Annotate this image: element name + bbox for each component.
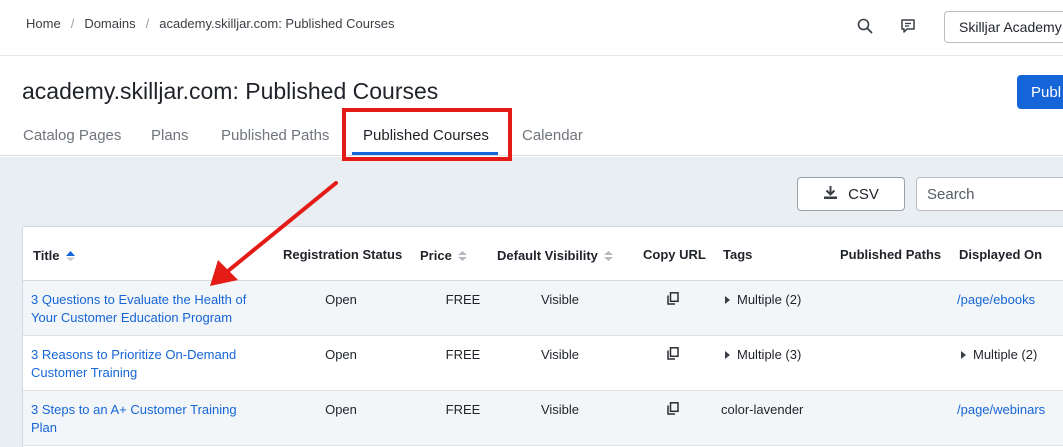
tab-bar: Catalog Pages Plans Published Paths Publ… bbox=[0, 118, 1063, 156]
tags-cell[interactable]: Multiple (2) bbox=[725, 291, 801, 309]
tab-catalog-pages[interactable]: Catalog Pages bbox=[23, 127, 121, 144]
tab-published-paths[interactable]: Published Paths bbox=[221, 127, 329, 144]
copy-url-icon[interactable] bbox=[667, 402, 679, 420]
expand-caret-icon[interactable] bbox=[725, 296, 730, 304]
account-switcher-button[interactable]: Skilljar Academy bbox=[944, 11, 1063, 43]
column-header-displayed-on: Displayed On bbox=[959, 247, 1043, 262]
expand-caret-icon[interactable] bbox=[725, 351, 730, 359]
breadcrumb-domains[interactable]: Domains bbox=[84, 16, 135, 31]
course-title-link[interactable]: 3 Reasons to Prioritize On-Demand Custom… bbox=[31, 346, 261, 382]
sort-icon[interactable] bbox=[603, 250, 613, 261]
tab-plans[interactable]: Plans bbox=[151, 127, 189, 144]
registration-status: Open bbox=[325, 402, 357, 417]
price: FREE bbox=[445, 292, 481, 307]
csv-label: CSV bbox=[848, 185, 879, 203]
price: FREE bbox=[445, 347, 481, 362]
column-header-title[interactable]: Title bbox=[33, 248, 75, 263]
displayed-on-link[interactable]: /page/ebooks bbox=[957, 291, 1035, 309]
displayed-on-cell[interactable]: Multiple (2) bbox=[961, 346, 1037, 364]
registration-status: Open bbox=[325, 347, 357, 362]
annotation-highlight-box bbox=[342, 108, 512, 161]
column-label-title: Title bbox=[33, 248, 60, 263]
visibility: Visible bbox=[540, 292, 580, 307]
course-title-link[interactable]: 3 Questions to Evaluate the Health of Yo… bbox=[31, 291, 261, 327]
content-area: CSV Title Registration Status Price Defa… bbox=[0, 157, 1063, 447]
breadcrumb: Home / Domains / academy.skilljar.com: P… bbox=[26, 16, 395, 31]
course-title-link[interactable]: 3 Steps to an A+ Customer Training Plan bbox=[31, 401, 261, 437]
search-input[interactable] bbox=[916, 177, 1063, 211]
displayed-on-value: Multiple (2) bbox=[973, 347, 1038, 362]
expand-caret-icon[interactable] bbox=[961, 351, 966, 359]
download-icon bbox=[823, 185, 838, 204]
tags-value: Multiple (2) bbox=[737, 292, 802, 307]
column-header-tags: Tags bbox=[723, 247, 753, 262]
courses-table: Title Registration Status Price Default … bbox=[22, 226, 1063, 447]
publish-button[interactable]: Publ bbox=[1017, 75, 1063, 109]
tags-value: color-lavender bbox=[721, 402, 804, 417]
table-row: 3 Reasons to Prioritize On-Demand Custom… bbox=[23, 336, 1063, 391]
breadcrumb-separator: / bbox=[70, 16, 75, 31]
table-row: 3 Steps to an A+ Customer Training Plan … bbox=[23, 391, 1063, 446]
column-label-price: Price bbox=[420, 248, 452, 263]
tab-calendar[interactable]: Calendar bbox=[522, 127, 583, 144]
registration-status: Open bbox=[325, 292, 357, 307]
sort-icon[interactable] bbox=[457, 250, 467, 261]
copy-url-icon[interactable] bbox=[667, 347, 679, 365]
sort-ascending-icon[interactable] bbox=[65, 250, 75, 261]
copy-url-icon[interactable] bbox=[667, 292, 679, 310]
top-bar: Home / Domains / academy.skilljar.com: P… bbox=[0, 0, 1063, 56]
visibility: Visible bbox=[540, 347, 580, 362]
column-header-published-paths: Published Paths bbox=[840, 247, 942, 262]
csv-export-button[interactable]: CSV bbox=[797, 177, 905, 211]
price: FREE bbox=[445, 402, 481, 417]
column-label-default-visibility: Default Visibility bbox=[497, 248, 598, 263]
displayed-on-link[interactable]: /page/webinars bbox=[957, 401, 1045, 419]
column-header-price[interactable]: Price bbox=[420, 248, 467, 263]
column-header-default-visibility[interactable]: Default Visibility bbox=[497, 248, 613, 263]
chat-icon[interactable] bbox=[899, 17, 917, 35]
breadcrumb-current: academy.skilljar.com: Published Courses bbox=[159, 16, 395, 31]
tags-value: Multiple (3) bbox=[737, 347, 802, 362]
search-icon[interactable] bbox=[856, 17, 874, 35]
visibility: Visible bbox=[540, 402, 580, 417]
table-row: 3 Questions to Evaluate the Health of Yo… bbox=[23, 281, 1063, 336]
column-header-copy-url: Copy URL bbox=[643, 247, 706, 262]
page-title: academy.skilljar.com: Published Courses bbox=[22, 78, 439, 104]
tags-cell[interactable]: Multiple (3) bbox=[725, 346, 801, 364]
breadcrumb-home[interactable]: Home bbox=[26, 16, 61, 31]
column-header-registration-status: Registration Status bbox=[283, 247, 403, 262]
breadcrumb-separator: / bbox=[145, 16, 150, 31]
